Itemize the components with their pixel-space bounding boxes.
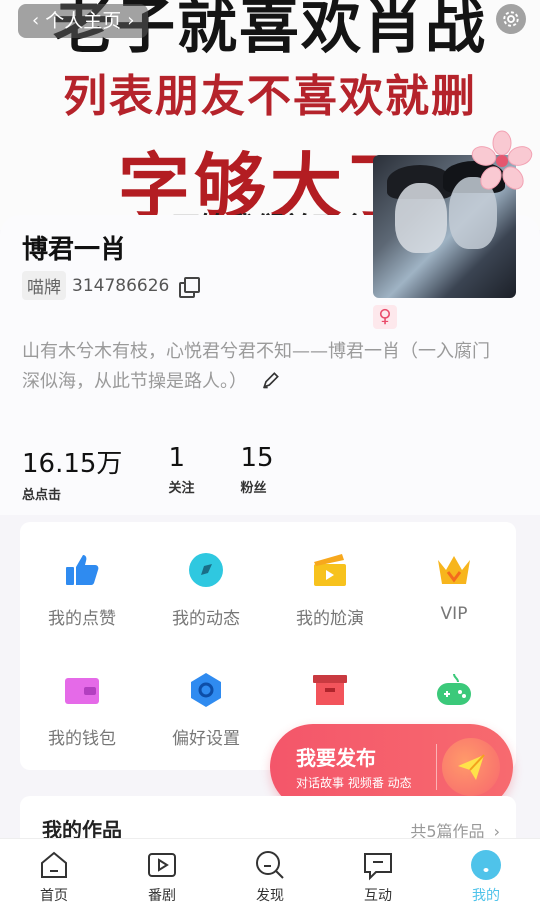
feature-label: 我的尬演 — [296, 609, 364, 629]
feature-label: VIP — [440, 604, 468, 624]
profile-name: 博君一肖 — [22, 235, 127, 265]
publish-subtitle: 对话故事 视频番 动态 — [296, 776, 412, 790]
tab-mine[interactable]: 我的 — [432, 839, 540, 909]
thumbs-up-icon — [66, 555, 99, 585]
archive-box-icon — [313, 675, 347, 705]
stat-value: 15 — [240, 443, 274, 473]
feature-likes[interactable]: 我的点赞 — [20, 522, 144, 632]
feature-acting[interactable]: 我的尬演 — [268, 522, 392, 632]
feature-label: 我的点赞 — [48, 609, 116, 629]
feature-label: 我的动态 — [172, 609, 240, 629]
compass-icon — [189, 553, 223, 587]
stat-label: 关注 — [168, 481, 195, 496]
back-button-label: 个人主页 — [45, 10, 122, 32]
stat-fans[interactable]: 15 粉丝 — [240, 443, 273, 503]
search-icon — [256, 851, 284, 879]
bottom-tab-bar: 首页 番剧 发现 互动 我的 — [0, 838, 540, 909]
copy-icon[interactable] — [179, 276, 201, 298]
cherry-blossom-icon — [471, 130, 533, 190]
tab-label: 发现 — [256, 888, 284, 904]
feature-label: 我的钱包 — [48, 729, 116, 749]
stat-label: 总点击 — [22, 488, 62, 503]
profile-id-row: 喵牌 314786626 — [22, 271, 201, 300]
gear-icon — [503, 11, 519, 27]
banner-text-line-2: 列表朋友不喜欢就删 — [63, 71, 477, 122]
profile-card: 博君一肖 喵牌 314786626 ♀ 山有木兮木有枝，心悦君兮君不知——博君一… — [0, 130, 540, 515]
play-icon — [148, 853, 176, 877]
feature-wallet[interactable]: 我的钱包 — [20, 642, 144, 752]
publish-divider — [436, 744, 437, 790]
chat-icon — [364, 853, 392, 881]
stat-value: 1 — [168, 443, 185, 473]
stat-clicks[interactable]: 16.15万 总点击 — [22, 443, 122, 503]
stat-label: 粉丝 — [240, 481, 267, 496]
edit-pencil-icon[interactable] — [261, 370, 281, 390]
crown-icon — [438, 556, 470, 584]
paper-plane-button[interactable] — [442, 738, 500, 796]
tab-interact[interactable]: 互动 — [324, 839, 432, 909]
tab-label: 番剧 — [148, 888, 176, 904]
tab-label: 互动 — [364, 888, 392, 904]
feature-label: 偏好设置 — [172, 729, 240, 749]
tab-home[interactable]: 首页 — [0, 839, 108, 909]
paper-plane-icon — [458, 754, 485, 780]
tab-discover[interactable]: 发现 — [216, 839, 324, 909]
profile-bio-text: 山有木兮木有枝，心悦君兮君不知——博君一肖（一入腐门深似海，从此节操是路人。） — [22, 341, 490, 392]
feature-moments[interactable]: 我的动态 — [144, 522, 268, 632]
stat-value: 16.15万 — [22, 449, 123, 479]
profile-id-number: 314786626 — [72, 275, 170, 296]
female-gender-icon: ♀ — [373, 305, 397, 329]
stats-row: 16.15万 总点击 1 关注 15 粉丝 — [22, 443, 320, 503]
feature-preferences[interactable]: 偏好设置 — [144, 642, 268, 752]
wallet-icon — [65, 678, 99, 704]
stat-following[interactable]: 1 关注 — [168, 443, 194, 503]
id-tag: 喵牌 — [22, 271, 66, 300]
clapperboard-icon — [314, 554, 346, 586]
tab-label: 我的 — [472, 888, 500, 904]
gamepad-icon — [437, 673, 471, 705]
hexagon-settings-icon — [191, 673, 221, 707]
publish-title: 我要发布 — [296, 746, 376, 770]
profile-bio: 山有木兮木有枝，心悦君兮君不知——博君一肖（一入腐门深似海，从此节操是路人。） — [22, 337, 492, 397]
feature-vip[interactable]: VIP — [392, 522, 516, 632]
chevron-left-icon: ‹ — [32, 10, 40, 31]
home-icon — [41, 851, 67, 878]
tab-series[interactable]: 番剧 — [108, 839, 216, 909]
settings-button[interactable] — [496, 4, 526, 34]
profile-icon — [471, 850, 501, 880]
tab-label: 首页 — [40, 888, 68, 904]
chevron-right-icon: › — [127, 10, 135, 31]
back-button[interactable]: ‹ 个人主页 › — [18, 4, 149, 38]
